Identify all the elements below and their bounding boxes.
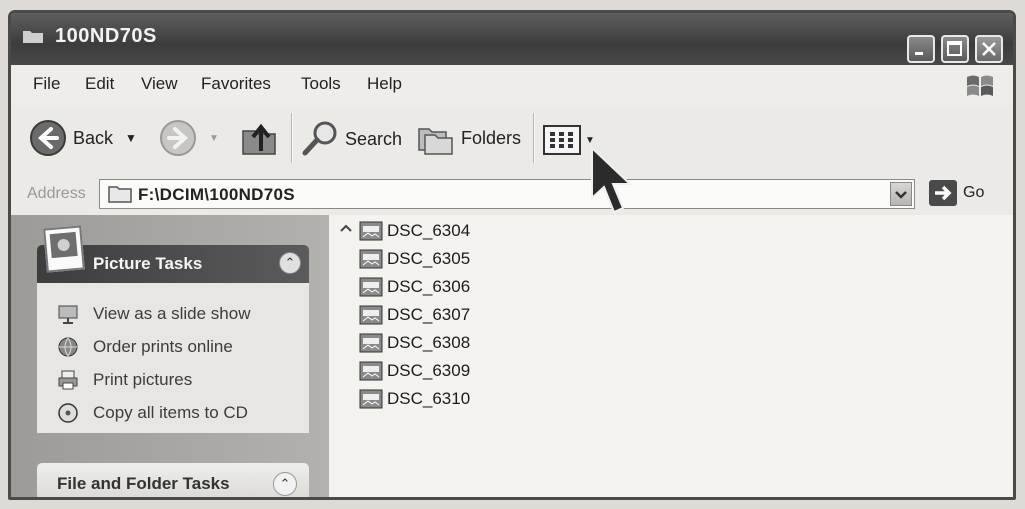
menu-bar: File Edit View Favorites Tools Help xyxy=(11,65,1013,106)
file-item[interactable]: DSC_6307 xyxy=(359,303,470,327)
file-item[interactable]: DSC_6310 xyxy=(359,387,470,411)
task-slideshow[interactable]: View as a slide show xyxy=(57,303,251,325)
picture-tasks-icon xyxy=(43,225,85,273)
menu-help[interactable]: Help xyxy=(367,74,402,94)
window-title: 100ND70S xyxy=(55,25,157,47)
search-label: Search xyxy=(345,128,403,149)
jpeg-file-icon xyxy=(359,249,383,269)
toolbar: Back ▼ ▼ Search Folders ▼ xyxy=(11,105,1013,174)
folders-button[interactable]: Folders xyxy=(417,121,521,155)
jpeg-file-icon xyxy=(359,277,383,297)
views-button[interactable]: ▼ xyxy=(543,125,595,155)
task-label: Copy all items to CD xyxy=(93,403,248,422)
menu-view[interactable]: View xyxy=(141,74,178,94)
forward-button[interactable]: ▼ xyxy=(159,119,219,157)
file-item[interactable]: DSC_6309 xyxy=(359,359,470,383)
go-arrow-icon xyxy=(929,180,957,206)
task-label: View as a slide show xyxy=(93,304,251,323)
file-name: DSC_6308 xyxy=(387,333,471,352)
folder-icon xyxy=(23,31,43,43)
explorer-window: 100ND70S File Edit View Favorites Tools … xyxy=(8,10,1016,500)
globe-icon xyxy=(58,337,78,357)
picture-tasks-panel: View as a slide show Order prints online… xyxy=(37,283,309,433)
views-grid-icon xyxy=(543,125,581,155)
jpeg-file-icon xyxy=(359,333,383,353)
folders-icon xyxy=(418,128,453,155)
address-label: Address xyxy=(27,185,86,202)
file-item[interactable]: DSC_6306 xyxy=(359,275,470,299)
file-folder-tasks-title: File and Folder Tasks xyxy=(57,474,230,493)
file-folder-tasks-header[interactable]: File and Folder Tasks ⌃ xyxy=(37,463,309,497)
windows-logo-icon xyxy=(967,75,993,96)
task-order-prints[interactable]: Order prints online xyxy=(57,336,233,358)
file-item[interactable]: DSC_6304 xyxy=(359,219,470,243)
file-name: DSC_6310 xyxy=(387,389,471,408)
folder-icon xyxy=(108,186,132,203)
jpeg-file-icon xyxy=(359,305,383,325)
address-bar: Address F:\DCIM\100ND70S Go xyxy=(11,173,1013,216)
address-input[interactable]: F:\DCIM\100ND70S xyxy=(99,179,915,209)
task-label: Print pictures xyxy=(93,370,193,389)
search-button[interactable]: Search xyxy=(301,119,402,159)
menu-edit[interactable]: Edit xyxy=(85,74,114,94)
menu-favorites[interactable]: Favorites xyxy=(201,74,271,94)
mouse-pointer-icon xyxy=(591,146,633,214)
task-print-pictures[interactable]: Print pictures xyxy=(57,369,192,391)
up-folder-button[interactable] xyxy=(239,117,279,157)
up-folder-icon xyxy=(242,123,276,155)
forward-dropdown-icon[interactable]: ▼ xyxy=(209,133,219,144)
file-name: DSC_6304 xyxy=(387,221,471,240)
go-label: Go xyxy=(963,184,985,201)
minimize-button[interactable] xyxy=(907,35,935,63)
address-path: F:\DCIM\100ND70S xyxy=(138,185,295,204)
task-copy-to-cd[interactable]: Copy all items to CD xyxy=(57,402,248,424)
jpeg-file-icon xyxy=(359,221,383,241)
file-name: DSC_6309 xyxy=(387,361,471,380)
address-dropdown-button[interactable] xyxy=(890,182,912,206)
printer-icon xyxy=(58,370,78,390)
menu-tools[interactable]: Tools xyxy=(301,74,341,94)
picture-tasks-title: Picture Tasks xyxy=(93,254,203,273)
slideshow-icon xyxy=(58,305,78,324)
chevron-down-icon xyxy=(895,191,907,199)
picture-tasks-header[interactable]: Picture Tasks ⌃ xyxy=(37,225,309,283)
back-dropdown-icon[interactable]: ▼ xyxy=(125,131,137,145)
file-name: DSC_6307 xyxy=(387,305,471,324)
jpeg-file-icon xyxy=(359,389,383,409)
back-label: Back xyxy=(73,127,114,148)
folders-label: Folders xyxy=(461,127,522,148)
jpeg-file-icon xyxy=(359,361,383,381)
file-name: DSC_6306 xyxy=(387,277,471,296)
file-item[interactable]: DSC_6305 xyxy=(359,247,470,271)
views-dropdown-icon[interactable]: ▼ xyxy=(585,135,595,146)
close-button[interactable] xyxy=(975,35,1003,63)
go-button[interactable]: Go xyxy=(929,180,984,206)
collapse-file-folder-tasks-button[interactable]: ⌃ xyxy=(273,472,297,496)
file-item[interactable]: DSC_6308 xyxy=(359,331,470,355)
collapse-picture-tasks-button[interactable]: ⌃ xyxy=(279,252,301,274)
maximize-button[interactable] xyxy=(941,35,969,63)
task-label: Order prints online xyxy=(93,337,233,356)
menu-file[interactable]: File xyxy=(33,74,60,94)
search-icon xyxy=(302,121,337,156)
back-arrow-icon xyxy=(30,120,66,156)
title-bar[interactable]: 100ND70S xyxy=(11,13,1013,65)
scroll-up-icon[interactable] xyxy=(339,223,353,233)
task-pane: Picture Tasks ⌃ View as a slide show Ord… xyxy=(11,215,329,497)
forward-arrow-icon xyxy=(160,120,196,156)
cd-icon xyxy=(58,403,78,423)
file-name: DSC_6305 xyxy=(387,249,471,268)
back-button[interactable]: Back ▼ xyxy=(29,119,137,157)
file-list: DSC_6304 DSC_6305 DSC_6306 DSC_6307 DSC_… xyxy=(329,215,1013,497)
